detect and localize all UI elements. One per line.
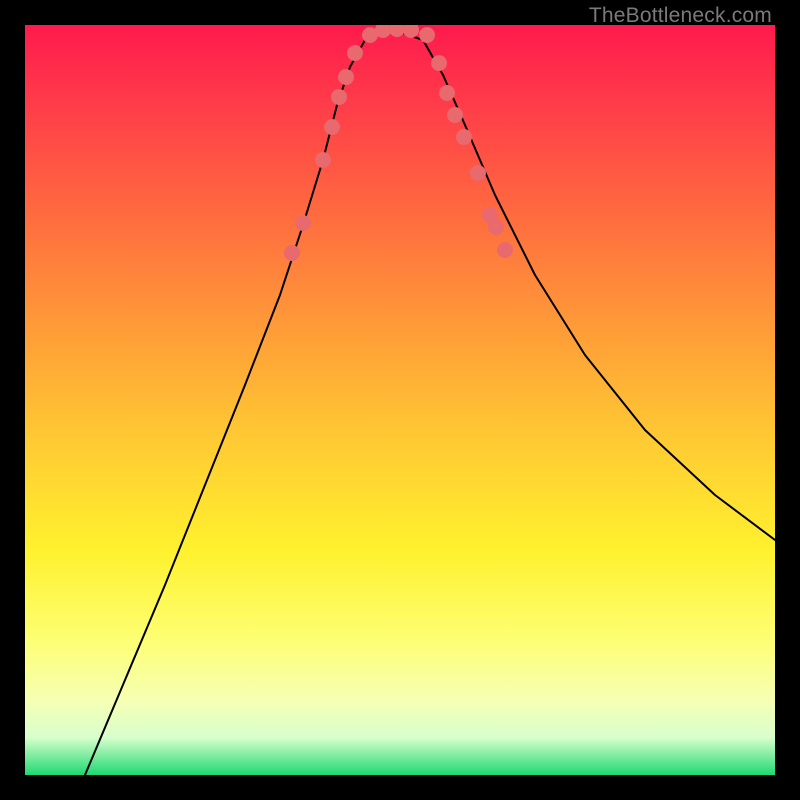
data-marker bbox=[338, 69, 354, 85]
data-marker bbox=[419, 27, 435, 43]
data-marker bbox=[403, 25, 419, 38]
data-marker bbox=[331, 89, 347, 105]
data-marker bbox=[431, 55, 447, 71]
data-marker bbox=[447, 107, 463, 123]
chart-plot-area bbox=[25, 25, 775, 775]
data-marker bbox=[389, 25, 405, 37]
curve-line bbox=[85, 32, 775, 775]
data-marker bbox=[347, 45, 363, 61]
data-marker bbox=[497, 242, 513, 258]
data-marker bbox=[439, 85, 455, 101]
data-marker bbox=[488, 219, 504, 235]
data-marker bbox=[284, 245, 300, 261]
watermark-text: TheBottleneck.com bbox=[589, 4, 772, 28]
data-marker bbox=[456, 129, 472, 145]
chart-svg bbox=[25, 25, 775, 775]
data-marker bbox=[295, 215, 311, 231]
data-marker bbox=[324, 119, 340, 135]
data-marker bbox=[470, 165, 486, 181]
data-marker bbox=[315, 152, 331, 168]
